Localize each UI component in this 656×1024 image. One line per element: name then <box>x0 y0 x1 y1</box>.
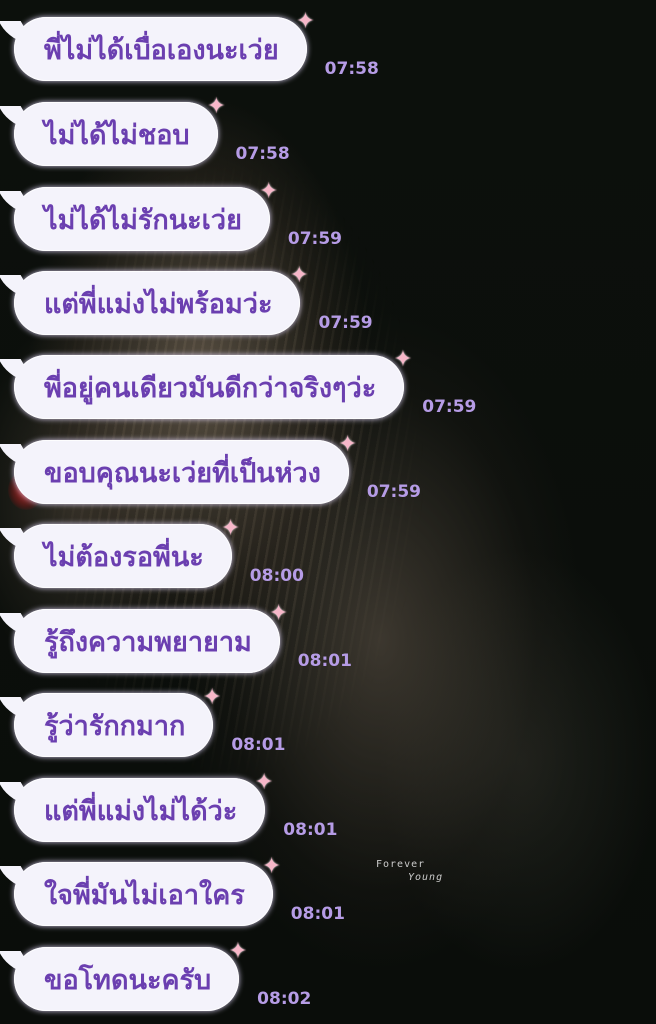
message-time: 08:02 <box>257 989 312 1009</box>
message-text: ใจพี่มันไม่เอาใคร <box>44 879 245 911</box>
message-row: ขอโทดนะครับ ✦ 08:02 <box>14 941 312 1011</box>
message-row: ไม่ได้ไม่ชอบ ✦ 07:58 <box>14 96 290 166</box>
message-bubble[interactable]: แต่พี่แม่งไม่พร้อมว่ะ ✦ <box>14 265 308 335</box>
message-row: พี่อยู่คนเดียวมันดีกว่าจริงๆว่ะ ✦ 07:59 <box>14 349 477 419</box>
pink-star-icon: ✦ <box>207 94 226 119</box>
pink-star-icon: ✦ <box>296 9 315 34</box>
pink-star-icon: ✦ <box>228 939 248 964</box>
message-bubble[interactable]: ไม่ต้องรอพี่นะ ✦ <box>14 518 240 588</box>
message-time: 07:59 <box>422 397 477 417</box>
message-row: แต่พี่แม่งไม่พร้อมว่ะ ✦ 07:59 <box>14 265 373 335</box>
message-bubble[interactable]: ขอบคุณนะเว่ยที่เป็นห่วง ✦ <box>14 434 357 504</box>
watermark-line-2: Young <box>408 872 444 883</box>
message-bubble[interactable]: พี่อยู่คนเดียวมันดีกว่าจริงๆว่ะ ✦ <box>14 349 412 419</box>
message-text: แต่พี่แม่งไม่ได้ว่ะ <box>44 795 238 827</box>
message-time: 07:58 <box>324 59 379 79</box>
pink-star-icon: ✦ <box>338 432 357 457</box>
message-bubble[interactable]: ไม่ได้ไม่ชอบ ✦ <box>14 96 226 166</box>
message-bubble[interactable]: ขอโทดนะครับ ✦ <box>14 941 247 1011</box>
pink-star-icon: ✦ <box>262 854 281 879</box>
message-time: 07:59 <box>318 313 373 333</box>
message-text: รู้ถึงความพยายาม <box>44 626 252 658</box>
message-time: 08:01 <box>283 820 338 840</box>
watermark-line-1: Forever <box>376 859 426 870</box>
message-row: ไม่ได้ไม่รักนะเว่ย ✦ 07:59 <box>14 181 343 251</box>
message-text: ขอโทดนะครับ <box>44 964 212 996</box>
message-text: พี่ไม่ได้เบื่อเองนะเว่ย <box>44 34 279 66</box>
message-time: 07:58 <box>235 144 290 164</box>
message-bubble[interactable]: พี่ไม่ได้เบื่อเองนะเว่ย ✦ <box>14 11 315 81</box>
message-row: ใจพี่มันไม่เอาใคร ✦ 08:01 <box>14 856 345 926</box>
message-bubble[interactable]: รู้ว่ารักกมาก ✦ <box>14 687 221 757</box>
message-row: ไม่ต้องรอพี่นะ ✦ 08:00 <box>14 518 304 588</box>
message-time: 08:01 <box>297 651 352 671</box>
pink-star-icon: ✦ <box>259 179 278 204</box>
pink-star-icon: ✦ <box>269 601 288 626</box>
message-text: ขอบคุณนะเว่ยที่เป็นห่วง <box>44 457 321 489</box>
message-time: 08:01 <box>290 904 345 924</box>
message-time: 08:01 <box>231 735 286 755</box>
message-row: ขอบคุณนะเว่ยที่เป็นห่วง ✦ 07:59 <box>14 434 421 504</box>
message-time: 07:59 <box>287 229 343 249</box>
message-bubble[interactable]: รู้ถึงความพยายาม ✦ <box>14 603 288 673</box>
pink-star-icon: ✦ <box>393 347 413 372</box>
message-bubble[interactable]: ใจพี่มันไม่เอาใคร ✦ <box>14 856 281 926</box>
pink-star-icon: ✦ <box>254 770 274 795</box>
message-text: ไม่ได้ไม่รักนะเว่ย <box>44 204 242 236</box>
message-row: แต่พี่แม่งไม่ได้ว่ะ ✦ 08:01 <box>14 772 338 842</box>
message-text: พี่อยู่คนเดียวมันดีกว่าจริงๆว่ะ <box>44 372 377 404</box>
message-row: รู้ว่ารักกมาก ✦ 08:01 <box>14 687 286 757</box>
message-bubble[interactable]: ไม่ได้ไม่รักนะเว่ย ✦ <box>14 181 278 251</box>
message-row: พี่ไม่ได้เบื่อเองนะเว่ย ✦ 07:58 <box>14 11 379 81</box>
message-time: 08:00 <box>249 566 304 586</box>
pink-star-icon: ✦ <box>290 263 309 288</box>
message-bubble[interactable]: แต่พี่แม่งไม่ได้ว่ะ ✦ <box>14 772 273 842</box>
message-text: ไม่ได้ไม่ชอบ <box>44 119 190 151</box>
pink-star-icon: ✦ <box>202 685 222 710</box>
watermark: Forever Young <box>376 858 443 884</box>
message-time: 07:59 <box>366 482 421 502</box>
pink-star-icon: ✦ <box>221 516 240 541</box>
message-text: ไม่ต้องรอพี่นะ <box>44 541 204 573</box>
message-text: รู้ว่ารักกมาก <box>44 710 186 742</box>
message-text: แต่พี่แม่งไม่พร้อมว่ะ <box>44 288 273 320</box>
message-row: รู้ถึงความพยายาม ✦ 08:01 <box>14 603 352 673</box>
